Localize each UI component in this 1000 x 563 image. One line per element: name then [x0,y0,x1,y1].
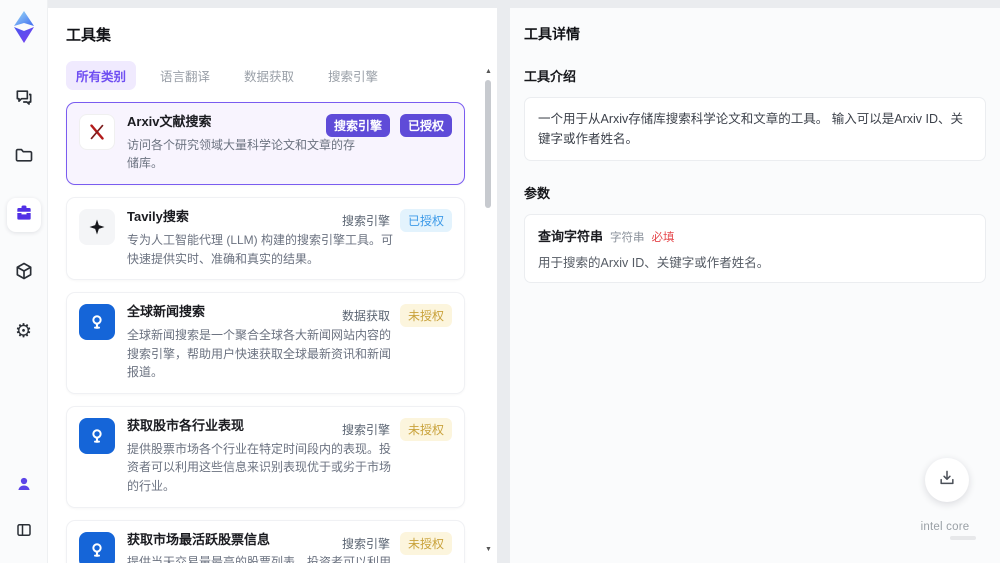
intro-card: 一个用于从Arxiv存储库搜索科学论文和文章的工具。 输入可以是Arxiv ID… [524,97,986,161]
params-section-header: 参数 [524,186,551,201]
arxiv-logo-icon [79,114,115,150]
toolbox-icon [14,203,34,228]
category-badge: 搜索引擎 [325,114,390,137]
intro-section-header: 工具介绍 [524,69,577,84]
tool-description: 访问各个研究领域大量科学论文和文章的存储库。 [127,137,356,171]
settings-icon: ⚙ [14,319,33,342]
param-name: 查询字符串 [538,229,604,244]
tool-card-global-news[interactable]: 全球新闻搜索 全球新闻搜索是一个聚合全球各大新闻网站内容的搜索引擎，帮助用户快速… [66,292,465,394]
tool-description: 提供股票市场各个行业在特定时间段内的表现。投资者可以利用这些信息来识别表现优于或… [127,441,392,493]
category-label: 搜索引擎 [341,536,390,551]
tool-card-arxiv[interactable]: Arxiv文献搜索 访问各个研究领域大量科学论文和文章的存储库。 搜索引擎 已授… [66,102,465,186]
tavily-star-icon [79,209,115,246]
category-label: 搜索引擎 [341,422,390,437]
app-logo [8,10,40,44]
scrollbar-thumb[interactable] [485,80,491,208]
tab-data-fetch[interactable]: 数据获取 [234,61,304,90]
news-search-icon [79,304,115,341]
intro-text: 一个用于从Arxiv存储库搜索科学论文和文章的工具。 输入可以是Arxiv ID… [538,112,964,146]
package-icon [14,261,34,286]
brand-text: intel core [920,521,970,533]
tool-card-active-stocks[interactable]: 获取市场最活跃股票信息 提供当天交易量最高的股票列表，投资者可以利用这些信息来识… [66,519,465,563]
list-scrollbar[interactable]: ▲ ▼ [484,68,492,553]
news-search-icon [79,531,115,563]
auth-status-badge: 未授权 [399,531,452,555]
download-button[interactable] [925,458,969,502]
sidebar-item-chat[interactable] [7,82,41,116]
intel-core-logo: intel core [914,521,976,540]
scroll-down-arrow[interactable]: ▼ [485,546,492,553]
brand-underline [950,536,976,540]
tab-language-translation[interactable]: 语言翻译 [150,61,220,90]
category-tabs: 所有类别 语言翻译 数据获取 搜索引擎 [66,61,479,90]
sidebar-item-files[interactable] [7,140,41,174]
auth-status-badge: 未授权 [399,417,452,441]
tab-all-categories[interactable]: 所有类别 [66,61,137,90]
left-sidebar: ⚙ [0,0,48,563]
param-type: 字符串 [610,232,645,244]
tool-list-panel: 工具集 所有类别 语言翻译 数据获取 搜索引擎 Arxiv文献搜索 访问各个研究… [48,8,497,563]
tool-card-stock-sector[interactable]: 获取股市各行业表现 提供股票市场各个行业在特定时间段内的表现。投资者可以利用这些… [66,405,465,508]
panel-toggle-icon [15,521,33,544]
category-label: 数据获取 [341,309,390,324]
sidebar-item-plugins[interactable] [7,256,41,290]
sidebar-item-settings[interactable]: ⚙ [7,314,41,348]
auth-status-badge: 已授权 [399,209,452,233]
auth-status-badge: 已授权 [399,114,452,137]
download-icon [937,468,957,493]
category-label: 搜索引擎 [341,214,390,229]
param-card: 查询字符串 字符串 必填 用于搜索的Arxiv ID、关键字或作者姓名。 [524,214,986,283]
tool-description: 全球新闻搜索是一个聚合全球各大新闻网站内容的搜索引擎，帮助用户快速获取全球最新资… [127,328,392,380]
tool-description: 专为人工智能代理 (LLM) 构建的搜索引擎工具。可快速提供实时、准确和真实的结… [127,232,394,266]
tool-name: Arxiv文献搜索 [127,114,212,129]
tool-list: Arxiv文献搜索 访问各个研究领域大量科学论文和文章的存储库。 搜索引擎 已授… [66,102,479,563]
news-search-icon [79,417,115,454]
scroll-up-arrow[interactable]: ▲ [485,68,492,75]
tool-description: 提供当天交易量最高的股票列表，投资者可以利用这些信息来识别流动性强的股票和潜在的… [127,555,392,563]
chat-icon [14,87,34,112]
detail-title: 工具详情 [524,26,580,42]
tab-search-engine[interactable]: 搜索引擎 [318,61,388,90]
page-title: 工具集 [66,27,112,44]
collapse-sidebar-button[interactable] [7,515,41,549]
tool-card-tavily[interactable]: Tavily搜索 专为人工智能代理 (LLM) 构建的搜索引擎工具。可快速提供实… [66,197,465,281]
param-required-badge: 必填 [651,232,675,244]
folder-icon [14,145,34,170]
param-description: 用于搜索的Arxiv ID、关键字或作者姓名。 [538,256,770,270]
avatar-icon [15,475,33,498]
user-avatar[interactable] [7,469,41,503]
sidebar-item-toolbox[interactable] [6,198,41,232]
auth-status-badge: 未授权 [399,304,452,328]
